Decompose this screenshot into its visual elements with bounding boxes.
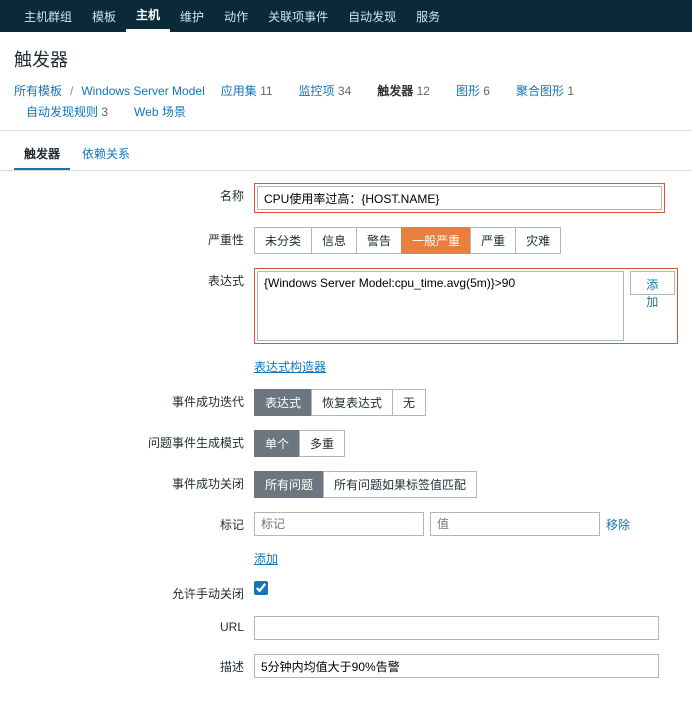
- breadcrumb-item[interactable]: 应用集 11: [221, 82, 283, 99]
- problem-mode-label: 问题事件生成模式: [14, 430, 254, 451]
- okiter-option[interactable]: 表达式: [254, 389, 312, 416]
- pmode-option[interactable]: 多重: [299, 430, 345, 457]
- sevseg-option[interactable]: 警告: [356, 227, 402, 254]
- breadcrumb-item[interactable]: 聚合图形 1: [516, 82, 584, 99]
- tag-add-link[interactable]: 添加: [254, 550, 278, 567]
- breadcrumb-sep: /: [70, 84, 73, 98]
- ok-close-label: 事件成功关闭: [14, 471, 254, 492]
- okclose-option[interactable]: 所有问题如果标签值匹配: [323, 471, 477, 498]
- topnav-item[interactable]: 主机群组: [14, 0, 82, 32]
- topnav-item[interactable]: 关联项事件: [258, 0, 338, 32]
- url-label: URL: [14, 616, 254, 634]
- pmode-option[interactable]: 单个: [254, 430, 300, 457]
- breadcrumb-item[interactable]: 触发器 12: [377, 82, 440, 99]
- spacer: [14, 550, 254, 554]
- manual-close-label: 允许手动关闭: [14, 581, 254, 602]
- top-nav: 主机群组模板主机维护动作关联项事件自动发现服务: [0, 0, 692, 32]
- expression-label: 表达式: [14, 268, 254, 289]
- sevseg-option[interactable]: 严重: [470, 227, 516, 254]
- topnav-item[interactable]: 动作: [214, 0, 258, 32]
- expression-add-button[interactable]: 添加: [630, 271, 675, 295]
- description-label: 描述: [14, 654, 254, 675]
- tag-remove-link[interactable]: 移除: [606, 516, 630, 533]
- okiter-option[interactable]: 无: [392, 389, 426, 416]
- breadcrumb-item[interactable]: 图形 6: [456, 82, 500, 99]
- topnav-item[interactable]: 自动发现: [338, 0, 406, 32]
- topnav-item[interactable]: 服务: [406, 0, 450, 32]
- breadcrumb-all-templates[interactable]: 所有模板: [14, 82, 62, 99]
- ok-iteration-label: 事件成功迭代: [14, 389, 254, 410]
- tab-dependencies[interactable]: 依赖关系: [72, 139, 140, 170]
- description-input[interactable]: [254, 654, 659, 678]
- severity-segment: 未分类信息警告一般严重严重灾难: [254, 227, 561, 254]
- expression-builder-link[interactable]: 表达式构造器: [254, 358, 326, 375]
- tab-trigger[interactable]: 触发器: [14, 139, 70, 170]
- ok-close-segment: 所有问题所有问题如果标签值匹配: [254, 471, 477, 498]
- tags-label: 标记: [14, 512, 254, 533]
- url-input[interactable]: [254, 616, 659, 640]
- breadcrumb: 所有模板 / Windows Server Model 应用集 11 监控项 34…: [0, 82, 692, 130]
- sevseg-option[interactable]: 信息: [311, 227, 357, 254]
- name-highlight: [254, 183, 665, 213]
- breadcrumb-item[interactable]: 自动发现规则 3: [26, 103, 118, 120]
- expression-highlight: {Windows Server Model:cpu_time.avg(5m)}>…: [254, 268, 678, 344]
- problem-mode-segment: 单个多重: [254, 430, 345, 457]
- tag-value-input[interactable]: [430, 512, 600, 536]
- sevseg-option[interactable]: 一般严重: [401, 227, 471, 254]
- breadcrumb-item[interactable]: Web 场景: [134, 103, 186, 120]
- page-title: 触发器: [0, 32, 692, 82]
- topnav-item[interactable]: 维护: [170, 0, 214, 32]
- name-input[interactable]: [257, 186, 662, 210]
- breadcrumb-item[interactable]: 监控项 34: [299, 82, 362, 99]
- tag-name-input[interactable]: [254, 512, 424, 536]
- breadcrumb-template[interactable]: Windows Server Model: [81, 84, 204, 98]
- sevseg-option[interactable]: 未分类: [254, 227, 312, 254]
- name-label: 名称: [14, 183, 254, 204]
- form: 名称 严重性 未分类信息警告一般严重严重灾难 表达式 {Windows Serv…: [0, 171, 692, 704]
- okclose-option[interactable]: 所有问题: [254, 471, 324, 498]
- tabs: 触发器 依赖关系: [0, 131, 692, 171]
- okiter-option[interactable]: 恢复表达式: [311, 389, 393, 416]
- severity-label: 严重性: [14, 227, 254, 248]
- sevseg-option[interactable]: 灾难: [515, 227, 561, 254]
- topnav-item[interactable]: 主机: [126, 0, 170, 32]
- topnav-item[interactable]: 模板: [82, 0, 126, 32]
- ok-iteration-segment: 表达式恢复表达式无: [254, 389, 426, 416]
- spacer: [14, 358, 254, 362]
- expression-textarea[interactable]: {Windows Server Model:cpu_time.avg(5m)}>…: [257, 271, 624, 341]
- manual-close-checkbox[interactable]: [254, 581, 268, 595]
